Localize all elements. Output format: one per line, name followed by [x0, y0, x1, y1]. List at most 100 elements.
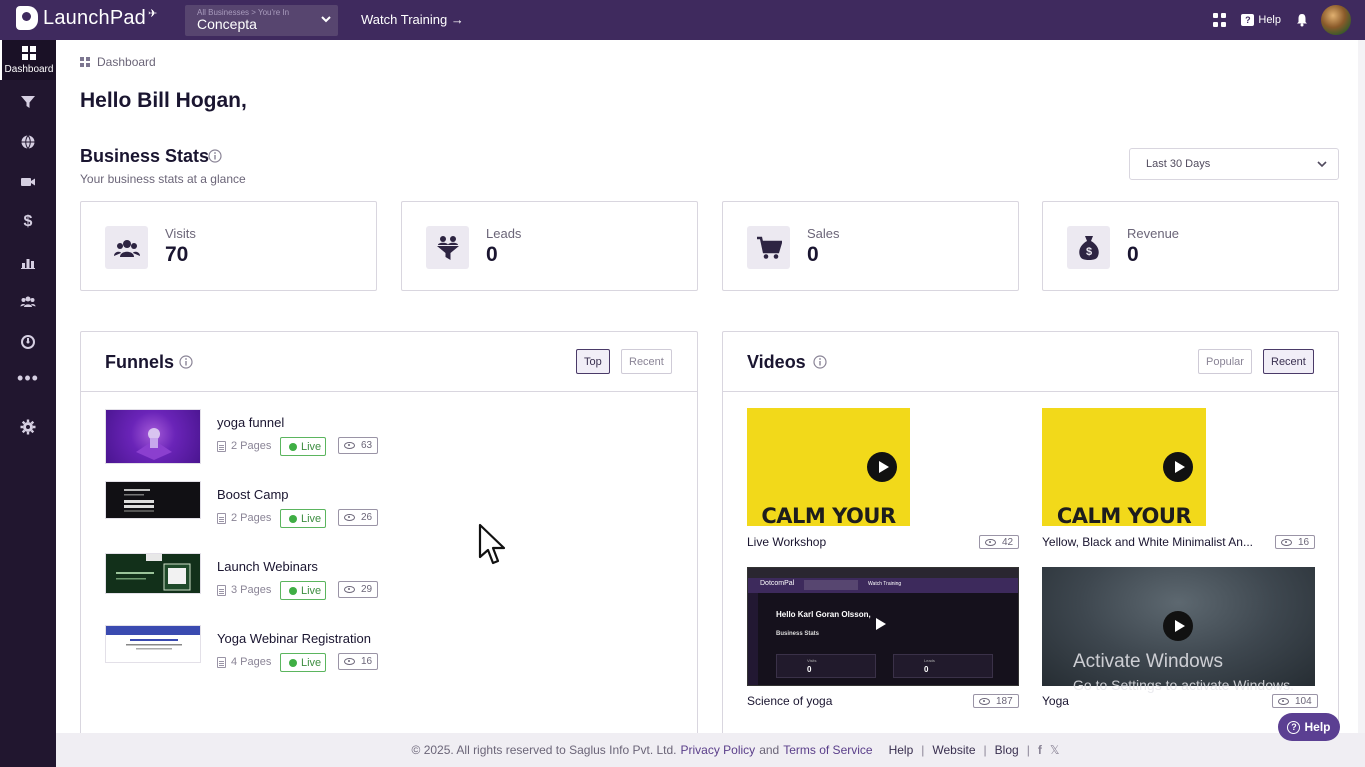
views-count: 29 [361, 584, 373, 595]
footer-help-link[interactable]: Help [889, 743, 914, 757]
video-title[interactable]: Yoga [1042, 694, 1069, 708]
funnel-name[interactable]: Boost Camp [217, 487, 289, 502]
breadcrumb-label[interactable]: Dashboard [97, 55, 156, 69]
funnel-row[interactable]: Boost Camp 2 Pages Live 26 [105, 481, 665, 536]
info-icon[interactable] [179, 355, 193, 369]
user-avatar[interactable] [1321, 5, 1351, 35]
privacy-policy-link[interactable]: Privacy Policy [681, 743, 756, 757]
funnels-title: Funnels [105, 352, 175, 372]
sidebar-item-reports[interactable] [0, 322, 56, 362]
footer-website-link[interactable]: Website [932, 743, 975, 757]
tab-top[interactable]: Top [576, 349, 610, 374]
inner-selector [804, 580, 858, 590]
bell-icon[interactable] [1295, 13, 1309, 27]
sidebar-item-funnels[interactable] [0, 82, 56, 122]
eye-icon [979, 697, 990, 705]
footer: © 2025. All rights reserved to Saglus In… [56, 733, 1365, 767]
sidebar-item-websites[interactable] [0, 122, 56, 162]
business-selector[interactable]: All Businesses > You're In Concepta [185, 5, 338, 36]
dashboard-icon [22, 46, 36, 60]
funnels-panel-header: Funnels Top Recent [81, 332, 697, 392]
tab-recent[interactable]: Recent [621, 349, 672, 374]
tab-recent[interactable]: Recent [1263, 349, 1314, 374]
footer-and: and [759, 743, 780, 757]
video-card[interactable]: CALM YOUR Live Workshop 42 [747, 408, 1020, 553]
app-logo[interactable]: LaunchPad ✈ [16, 6, 157, 30]
users-icon [20, 296, 36, 307]
sidebar-item-contacts[interactable] [0, 282, 56, 322]
funnel-thumbnail[interactable] [105, 553, 201, 594]
x-twitter-icon[interactable]: 𝕏 [1050, 743, 1060, 757]
views-badge: 104 [1272, 694, 1318, 708]
cart-icon [747, 226, 790, 269]
views-count: 16 [1298, 536, 1310, 548]
funnel-thumbnail[interactable] [105, 409, 201, 464]
status-badge: Live [280, 653, 326, 672]
play-icon[interactable] [1163, 452, 1193, 482]
play-icon[interactable] [867, 452, 897, 482]
help-link[interactable]: ? Help [1241, 14, 1281, 26]
video-thumbnail[interactable]: DotcomPal Watch Training Hello Karl Gora… [747, 567, 1019, 686]
status-label: Live [301, 440, 322, 453]
video-thumbnail[interactable]: CALM YOUR [747, 408, 910, 526]
date-range-select[interactable]: Last 30 Days [1129, 148, 1339, 180]
document-icon [217, 440, 226, 452]
eye-icon [344, 658, 355, 665]
info-icon[interactable] [208, 149, 222, 163]
scrollbar[interactable] [1358, 40, 1365, 733]
funnel-pages: 2 Pages [217, 512, 271, 524]
sidebar-item-analytics[interactable] [0, 242, 56, 282]
funnel-row[interactable]: yoga funnel 2 Pages Live 63 [105, 409, 665, 464]
status-label: Live [301, 584, 322, 597]
funnel-row[interactable]: Launch Webinars 3 Pages Live 29 [105, 553, 665, 608]
stat-label: Revenue [1127, 226, 1180, 241]
help-floating-button[interactable]: ? Help [1278, 713, 1340, 741]
play-icon[interactable] [1163, 611, 1193, 641]
video-card[interactable]: DotcomPal Watch Training Hello Karl Gora… [747, 567, 1019, 715]
funnel-pages-count: 2 Pages [231, 512, 272, 524]
stat-value: 0 [807, 243, 819, 266]
svg-text:$: $ [1085, 246, 1091, 258]
play-icon[interactable] [876, 618, 886, 630]
info-icon[interactable] [813, 355, 827, 369]
video-title[interactable]: Science of yoga [747, 694, 832, 708]
funnel-thumbnail[interactable] [105, 481, 201, 519]
terms-link[interactable]: Terms of Service [783, 743, 872, 757]
funnel-pages: 3 Pages [217, 584, 271, 596]
apps-grid-icon[interactable] [1213, 13, 1227, 27]
eye-icon [344, 442, 355, 449]
funnel-name[interactable]: yoga funnel [217, 415, 284, 430]
video-title[interactable]: Live Workshop [747, 535, 826, 549]
facebook-icon[interactable]: f [1038, 743, 1042, 757]
views-badge: 16 [338, 653, 378, 670]
tab-popular[interactable]: Popular [1198, 349, 1252, 374]
funnel-pages: 2 Pages [217, 440, 271, 452]
video-title[interactable]: Yellow, Black and White Minimalist An... [1042, 535, 1253, 549]
status-badge: Live [280, 437, 326, 456]
live-dot-icon [289, 658, 297, 667]
inner-leads-label: Leads [924, 658, 935, 663]
sidebar-item-more[interactable]: ••• [0, 358, 56, 398]
stat-label: Sales [807, 226, 840, 241]
chart-icon [21, 259, 35, 269]
views-count: 104 [1295, 695, 1312, 707]
video-camera-icon [21, 178, 35, 186]
watch-training-link[interactable]: Watch Training → [361, 12, 464, 27]
views-badge: 16 [1275, 535, 1316, 549]
video-thumbnail[interactable]: CALM YOUR [1042, 408, 1206, 526]
funnel-name[interactable]: Launch Webinars [217, 559, 318, 574]
funnel-name[interactable]: Yoga Webinar Registration [217, 631, 371, 646]
funnel-thumbnail[interactable] [105, 625, 201, 663]
sidebar-item-dashboard[interactable]: Dashboard [0, 40, 56, 80]
funnel-row[interactable]: Yoga Webinar Registration 4 Pages Live 1… [105, 625, 665, 680]
sidebar-item-sales[interactable]: $ [0, 202, 56, 242]
sidebar-item-settings[interactable] [0, 407, 56, 447]
activation-watermark-title: Activate Windows [1073, 651, 1223, 672]
inner-stats-title: Business Stats [776, 631, 820, 637]
inner-visits-value: 0 [807, 665, 812, 674]
video-card[interactable]: CALM YOUR Yellow, Black and White Minima… [1042, 408, 1316, 553]
inner-sidebar [748, 593, 758, 685]
views-badge: 63 [338, 437, 378, 454]
footer-blog-link[interactable]: Blog [995, 743, 1019, 757]
sidebar-item-videos[interactable] [0, 162, 56, 202]
